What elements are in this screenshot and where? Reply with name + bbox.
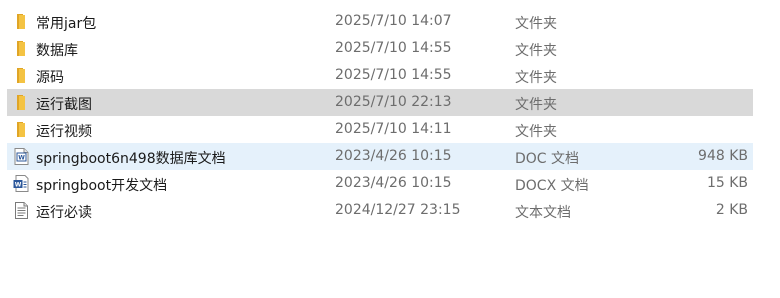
file-row-hover[interactable]: W springboot6n498数据库文档 2023/4/26 10:15 D… <box>7 143 753 170</box>
file-date: 2025/7/10 14:11 <box>335 121 452 137</box>
folder-icon <box>17 68 25 83</box>
file-name: 常用jar包 <box>36 16 97 32</box>
file-name: 数据库 <box>36 43 78 59</box>
file-type: DOCX 文档 <box>515 178 589 194</box>
file-row-selected[interactable]: 运行截图 2025/7/10 22:13 文件夹 <box>7 89 753 116</box>
file-date: 2024/12/27 23:15 <box>335 202 461 218</box>
file-type: 文本文档 <box>515 205 571 221</box>
svg-text:W: W <box>18 155 25 162</box>
file-size: 948 KB <box>698 148 748 164</box>
file-type: 文件夹 <box>515 97 557 113</box>
file-row[interactable]: 源码 2025/7/10 14:55 文件夹 <box>7 62 753 89</box>
file-date: 2025/7/10 22:13 <box>335 94 452 110</box>
file-date: 2023/4/26 10:15 <box>335 148 452 164</box>
file-name: springboot开发文档 <box>36 178 168 194</box>
folder-icon <box>17 122 25 137</box>
file-size: 15 KB <box>706 175 748 191</box>
file-date: 2025/7/10 14:07 <box>335 13 452 29</box>
file-row[interactable]: 常用jar包 2025/7/10 14:07 文件夹 <box>7 8 753 35</box>
file-type: DOC 文档 <box>515 151 580 167</box>
folder-icon <box>17 41 25 56</box>
file-type: 文件夹 <box>515 70 557 86</box>
file-row[interactable]: 运行视频 2025/7/10 14:11 文件夹 <box>7 116 753 143</box>
file-name: 运行截图 <box>36 97 92 113</box>
file-name: springboot6n498数据库文档 <box>36 151 226 167</box>
file-list: 常用jar包 2025/7/10 14:07 文件夹 数据库 2025/7/10… <box>0 0 780 298</box>
svg-text:W: W <box>15 182 22 189</box>
file-size: 2 KB <box>715 202 748 218</box>
word-doc-icon: W <box>14 148 29 165</box>
folder-icon <box>17 95 25 110</box>
file-type: 文件夹 <box>515 124 557 140</box>
word-docx-icon: W <box>13 175 29 192</box>
file-name: 运行必读 <box>36 205 92 221</box>
file-row[interactable]: 运行必读 2024/12/27 23:15 文本文档 2 KB <box>7 197 753 224</box>
folder-icon <box>17 14 25 29</box>
file-row[interactable]: 数据库 2025/7/10 14:55 文件夹 <box>7 35 753 62</box>
file-type: 文件夹 <box>515 43 557 59</box>
text-file-icon <box>15 202 28 219</box>
file-date: 2025/7/10 14:55 <box>335 67 452 83</box>
file-date: 2025/7/10 14:55 <box>335 40 452 56</box>
file-type: 文件夹 <box>515 16 557 32</box>
file-name: 运行视频 <box>36 124 92 140</box>
file-name: 源码 <box>36 70 64 86</box>
file-row[interactable]: W springboot开发文档 2023/4/26 10:15 DOCX 文档… <box>7 170 753 197</box>
file-date: 2023/4/26 10:15 <box>335 175 452 191</box>
